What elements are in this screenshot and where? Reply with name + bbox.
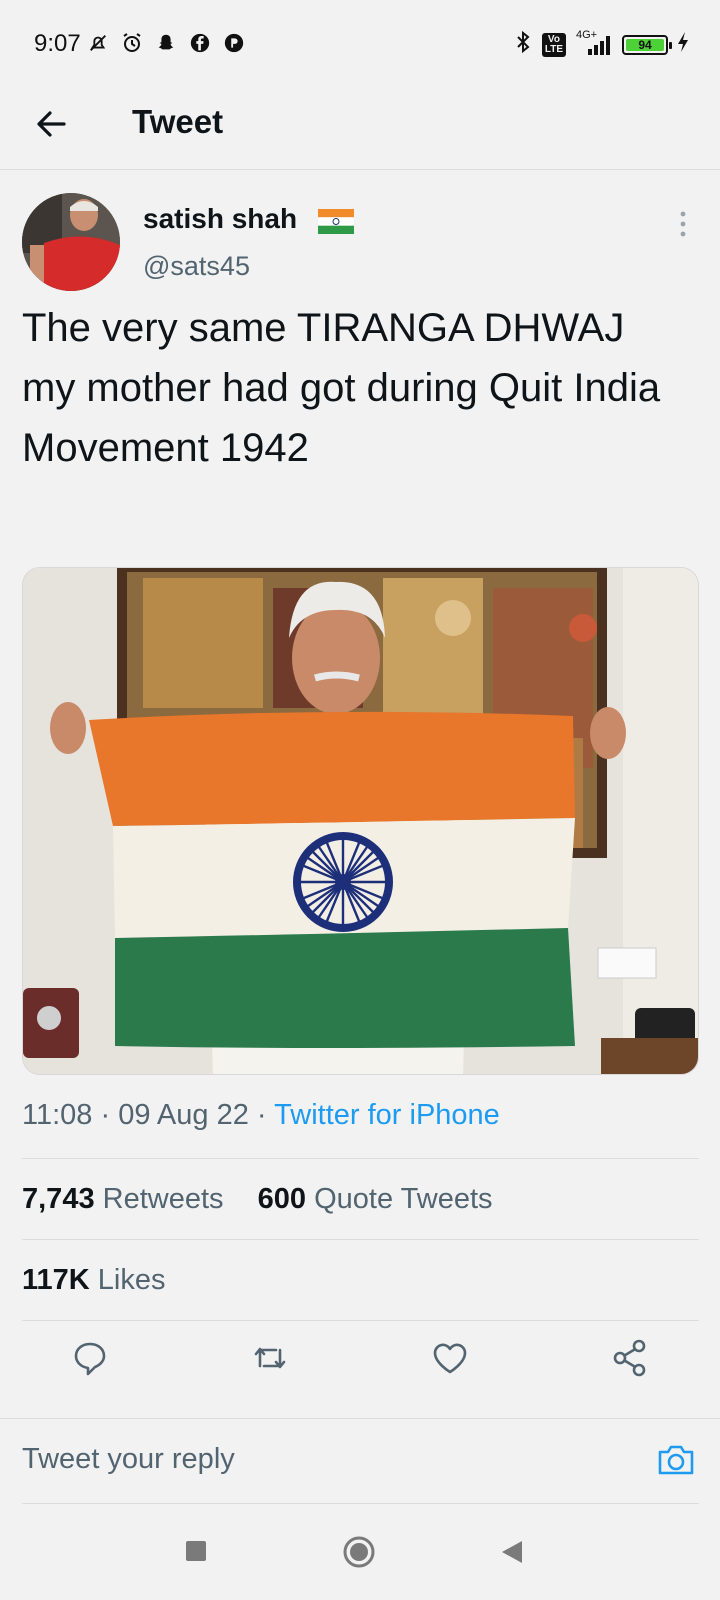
- author-name[interactable]: satish shah: [143, 203, 297, 235]
- battery-icon: 94: [622, 34, 672, 55]
- quote-tweets-stat[interactable]: 600 Quote Tweets: [258, 1183, 493, 1215]
- app-icon: [222, 31, 246, 55]
- tweet-date: 09 Aug 22: [118, 1099, 249, 1131]
- back-arrow-icon[interactable]: [32, 104, 72, 144]
- page-title: Tweet: [132, 103, 224, 140]
- meta-separator: ·: [256, 1099, 267, 1131]
- mute-icon: [86, 31, 110, 55]
- reply-icon[interactable]: [68, 1336, 112, 1380]
- status-time: 9:07: [34, 30, 81, 57]
- back-triangle-icon[interactable]: [500, 1539, 524, 1570]
- volte-icon: Vo LTE: [541, 32, 566, 57]
- camera-icon[interactable]: [655, 1439, 697, 1481]
- top-app-bar: Tweet: [0, 90, 720, 170]
- signal-icon: 4G+: [574, 29, 614, 57]
- recents-square-icon[interactable]: [184, 1539, 208, 1568]
- retweet-icon[interactable]: [248, 1336, 292, 1380]
- tweet-meta: 11:08 · 09 Aug 22 · Twitter for iPhone: [22, 1099, 500, 1132]
- likes-label: Likes: [97, 1264, 166, 1296]
- charging-icon: [676, 31, 690, 58]
- quote-tweets-label: Quote Tweets: [314, 1183, 493, 1215]
- divider: [22, 1158, 699, 1159]
- tweet-source-link[interactable]: Twitter for iPhone: [274, 1099, 500, 1131]
- reply-input[interactable]: Tweet your reply: [22, 1443, 235, 1476]
- divider: [22, 1239, 699, 1240]
- tweet-photo[interactable]: [22, 567, 699, 1075]
- tweet-time: 11:08: [22, 1099, 93, 1131]
- author-handle[interactable]: @sats45: [143, 251, 250, 282]
- notification-icons: [86, 31, 246, 55]
- meta-separator: ·: [100, 1099, 111, 1131]
- india-flag-icon: [318, 209, 354, 234]
- likes-row[interactable]: 117K Likes: [22, 1264, 166, 1297]
- stats-row: 7,743 Retweets 600 Quote Tweets: [22, 1183, 493, 1216]
- reply-composer: Tweet your reply: [0, 1418, 720, 1504]
- likes-count: 117K: [22, 1264, 90, 1296]
- system-icons: Vo LTE 4G+ 94: [514, 29, 690, 59]
- retweets-label: Retweets: [102, 1183, 224, 1215]
- status-bar: 9:07 Vo LTE 4G+ 94: [0, 0, 720, 90]
- more-options-icon[interactable]: [677, 210, 689, 238]
- retweets-count: 7,743: [22, 1183, 95, 1215]
- divider: [22, 1320, 699, 1321]
- quote-tweets-count: 600: [257, 1183, 307, 1215]
- avatar[interactable]: [22, 193, 120, 291]
- alarm-icon: [120, 31, 144, 55]
- divider: [22, 1503, 699, 1504]
- tweet-actions: [0, 1336, 720, 1396]
- home-circle-icon[interactable]: [342, 1535, 376, 1574]
- like-heart-icon[interactable]: [428, 1336, 472, 1380]
- battery-level: 94: [626, 38, 664, 51]
- retweets-stat[interactable]: 7,743 Retweets: [22, 1183, 224, 1215]
- bluetooth-icon: [514, 30, 534, 59]
- facebook-icon: [188, 31, 212, 55]
- tweet-text: The very same TIRANGA DHWAJ my mother ha…: [22, 306, 661, 470]
- system-navigation-bar: [0, 1515, 720, 1600]
- snapchat-icon: [154, 31, 178, 55]
- share-icon[interactable]: [608, 1336, 652, 1380]
